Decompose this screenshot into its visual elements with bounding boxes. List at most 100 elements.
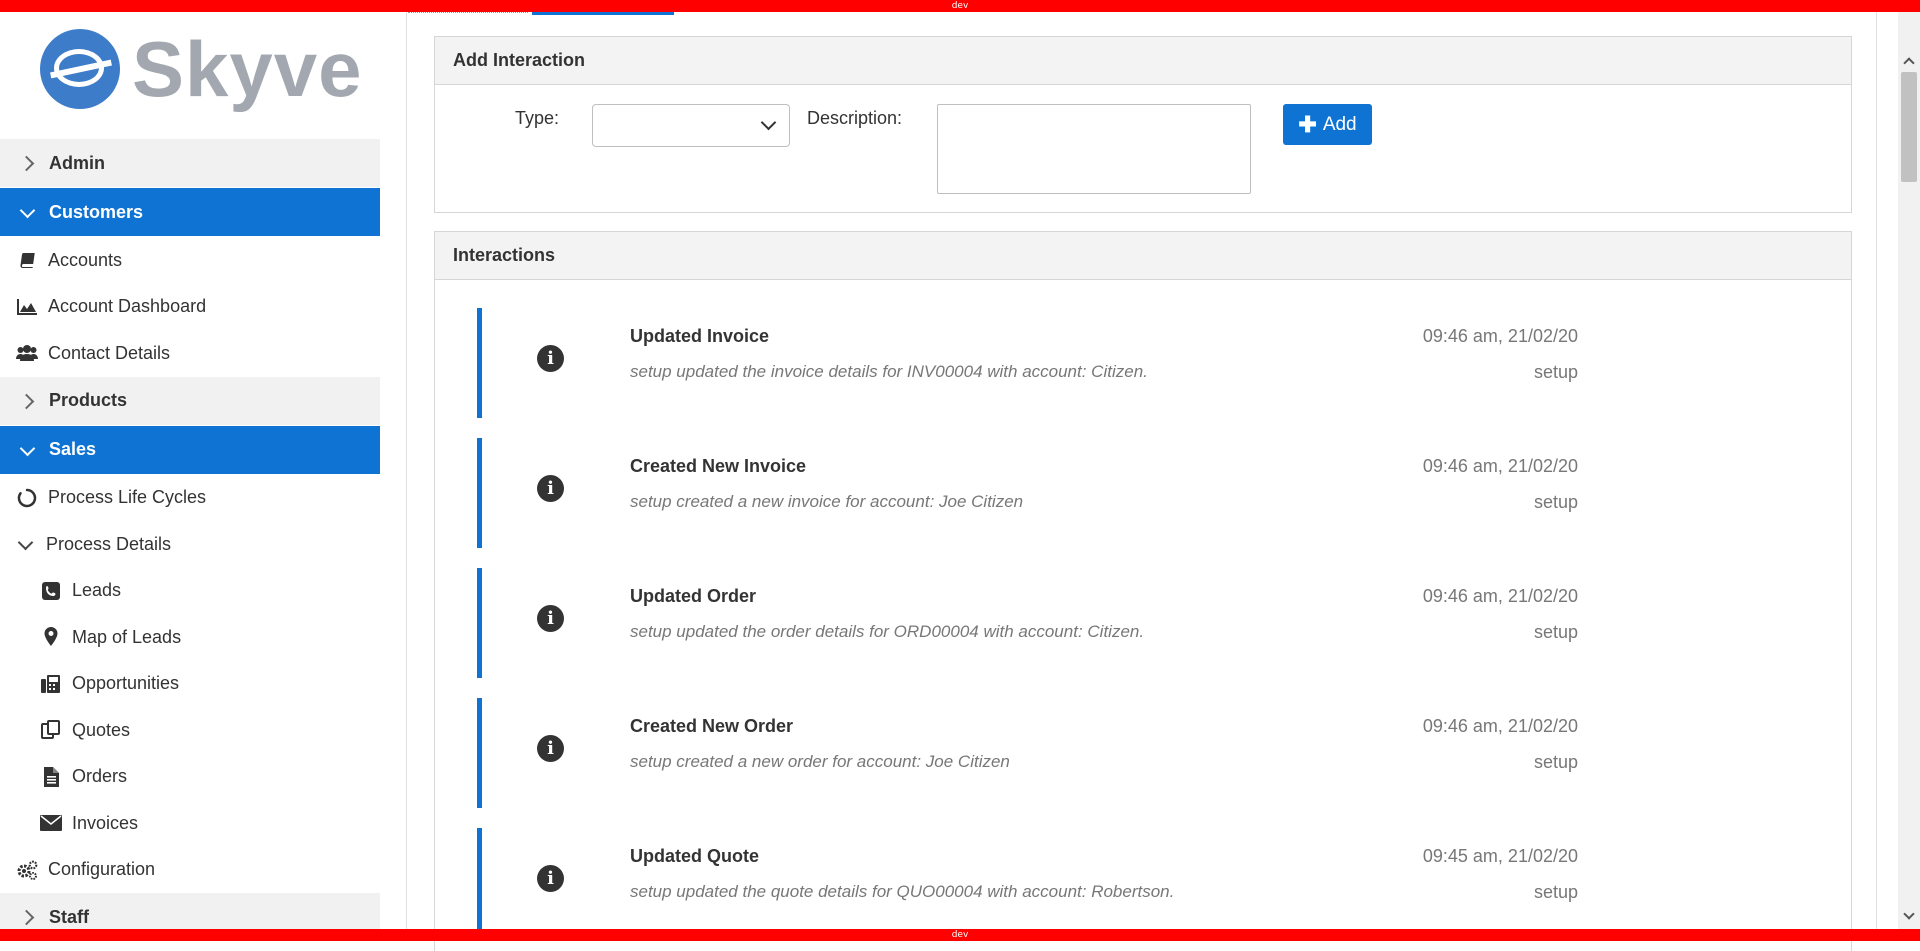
entry-description: setup created a new order for account: J… [630, 752, 1010, 771]
menu-group-customers[interactable]: Customers [0, 188, 380, 237]
tab-active[interactable] [532, 12, 674, 15]
chevron-down-icon [20, 205, 34, 219]
file-text-icon [40, 766, 62, 788]
sidebar-item-label: Configuration [48, 859, 156, 880]
info-icon: i [537, 345, 564, 372]
plus-icon: ✚ [1298, 111, 1317, 137]
entry-description: setup updated the quote details for QUO0… [630, 882, 1175, 901]
type-select[interactable] [592, 104, 790, 147]
chevron-right-icon [20, 394, 34, 408]
fax-icon [40, 673, 62, 695]
menu-group-label: Products [49, 390, 128, 410]
menu-group-sales[interactable]: Sales [0, 425, 380, 475]
sidebar-item-label: Contact Details [48, 342, 171, 363]
sidebar-menu: Admin Customers Accounts Account Dashboa… [0, 139, 380, 929]
skyve-logo[interactable]: Skyve [40, 24, 363, 114]
menu-group-label: Customers [49, 201, 144, 222]
sidebar-item-leads[interactable]: Leads [0, 568, 380, 615]
content-right-border [1876, 12, 1877, 929]
panel-title: Add Interaction [435, 37, 1851, 85]
logo-mark-icon [40, 29, 120, 109]
description-textarea[interactable] [937, 104, 1251, 194]
scroll-down-icon[interactable] [1903, 908, 1915, 920]
tab-inactive[interactable] [408, 12, 528, 15]
content-left-border [406, 12, 407, 929]
sidebar-item-configuration[interactable]: Configuration [0, 847, 380, 894]
entry-timestamp: 09:46 am, 21/02/20 [1422, 456, 1578, 476]
sidebar-item-process-life-cycles[interactable]: Process Life Cycles [0, 475, 380, 522]
sidebar-item-label: Process Life Cycles [48, 487, 207, 508]
entry-timestamp: 09:46 am, 21/02/20 [1422, 586, 1578, 606]
sidebar-item-quotes[interactable]: Quotes [0, 707, 380, 754]
info-icon: i [537, 605, 564, 632]
tab-strip [406, 12, 1906, 15]
entry-description: setup created a new invoice for account:… [630, 492, 1024, 511]
chevron-right-icon [20, 156, 34, 170]
sidebar-item-label: Invoices [72, 812, 139, 833]
timeline-entry: i Updated Quote setup updated the quote … [477, 828, 1578, 938]
menu-group-staff[interactable]: Staff [0, 893, 380, 929]
menu-group-admin[interactable]: Admin [0, 139, 380, 188]
entry-timestamp: 09:46 am, 21/02/20 [1422, 716, 1578, 736]
sidebar: Skyve Admin Customers Accounts Account D… [0, 12, 380, 929]
sidebar-item-account-dashboard[interactable]: Account Dashboard [0, 284, 380, 331]
dev-environment-bar-top: dev [0, 0, 1920, 12]
area-chart-icon [16, 296, 38, 318]
sidebar-item-label: Accounts [48, 249, 123, 270]
entry-description: setup updated the order details for ORD0… [630, 622, 1145, 641]
dev-label: dev [951, 930, 969, 940]
add-button-label: Add [1322, 113, 1357, 135]
sidebar-item-label: Map of Leads [72, 626, 182, 647]
panel-title: Interactions [435, 232, 1851, 280]
sidebar-item-label: Account Dashboard [48, 296, 207, 317]
circle-notch-icon [16, 487, 38, 509]
add-interaction-panel: Add Interaction Type: Description: ✚ Add [434, 36, 1852, 213]
add-interaction-form: Type: Description: ✚ Add [435, 85, 1851, 213]
add-button[interactable]: ✚ Add [1283, 104, 1372, 145]
sidebar-item-process-details[interactable]: Process Details [0, 521, 380, 568]
entry-timestamp: 09:46 am, 21/02/20 [1422, 326, 1578, 346]
sidebar-item-orders[interactable]: Orders [0, 754, 380, 801]
entry-user: setup [1533, 882, 1578, 902]
info-icon: i [537, 865, 564, 892]
scroll-up-icon[interactable] [1903, 57, 1915, 69]
menu-group-label: Staff [49, 906, 89, 927]
dev-label: dev [951, 1, 969, 11]
timeline-entry: i Created New Order setup created a new … [477, 698, 1578, 808]
info-icon: i [537, 475, 564, 502]
users-icon [16, 342, 38, 364]
info-icon: i [537, 735, 564, 762]
timeline-entry: i Updated Order setup updated the order … [477, 568, 1578, 678]
entry-title: Updated Quote [630, 846, 759, 866]
entry-user: setup [1533, 622, 1578, 642]
sidebar-item-opportunities[interactable]: Opportunities [0, 661, 380, 708]
sidebar-item-contact-details[interactable]: Contact Details [0, 330, 380, 377]
interactions-panel: Interactions i Updated Invoice setup upd… [434, 231, 1852, 951]
sidebar-item-label: Orders [72, 766, 128, 787]
chevron-down-icon [18, 537, 32, 551]
scrollbar-thumb[interactable] [1901, 72, 1917, 182]
page-scrollbar[interactable] [1898, 12, 1920, 929]
entry-title: Created New Order [630, 716, 794, 736]
chevron-down-icon [763, 117, 775, 129]
menu-group-products[interactable]: Products [0, 376, 380, 426]
description-label: Description: [807, 108, 903, 128]
cogs-icon [16, 859, 38, 881]
entry-user: setup [1533, 492, 1578, 512]
entry-title: Updated Invoice [630, 326, 770, 346]
book-icon [16, 249, 38, 271]
envelope-icon [40, 812, 62, 834]
menu-group-label: Sales [49, 439, 97, 459]
phone-icon [40, 580, 62, 602]
timeline-entry: i Updated Invoice setup updated the invo… [477, 308, 1578, 418]
map-marker-icon [40, 626, 62, 648]
sidebar-item-map-of-leads[interactable]: Map of Leads [0, 614, 380, 661]
entry-title: Updated Order [630, 586, 757, 606]
type-label: Type: [515, 108, 560, 128]
entry-title: Created New Invoice [630, 456, 807, 476]
sidebar-item-invoices[interactable]: Invoices [0, 800, 380, 847]
sidebar-item-label: Process Details [46, 533, 172, 554]
sidebar-item-label: Leads [72, 580, 122, 601]
sidebar-item-accounts[interactable]: Accounts [0, 237, 380, 284]
logo-text: Skyve [132, 24, 363, 113]
